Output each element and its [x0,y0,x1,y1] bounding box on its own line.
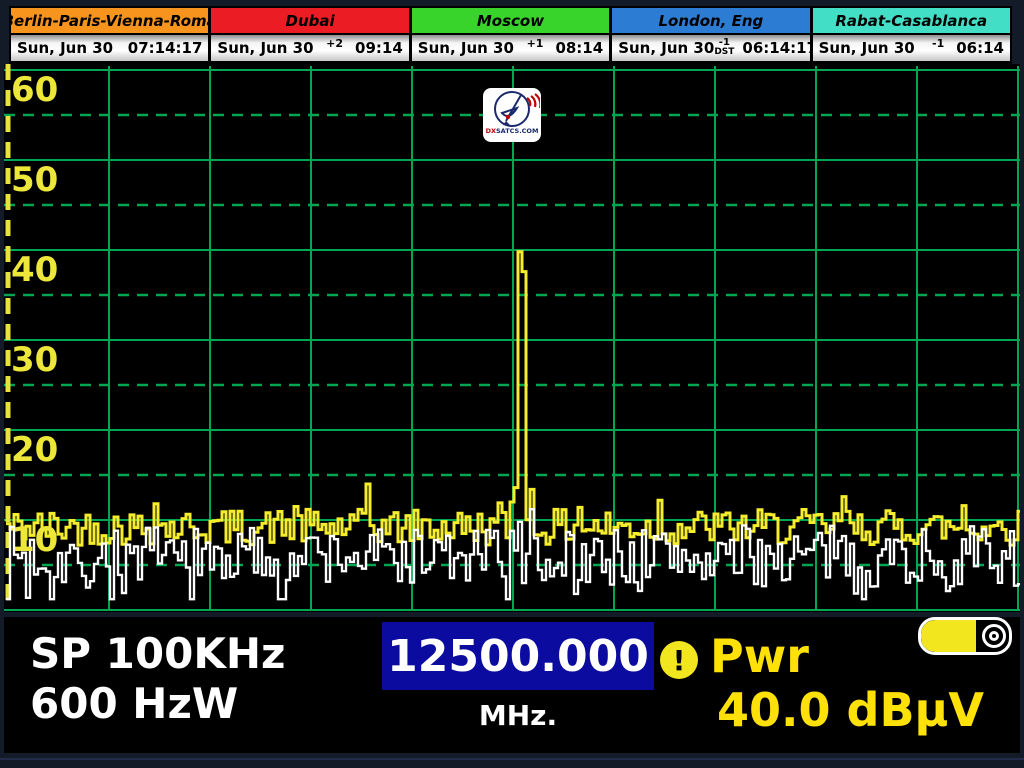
satellite-dish-icon [484,88,540,130]
power-label: Pwr [710,629,809,683]
alert-icon: ! [660,641,698,679]
clock-time: 08:14 [555,39,603,57]
svg-text:10: 10 [11,520,58,560]
clock-city-label: Berlin-Paris-Vienna-Roma [11,8,208,33]
clock-date: Sun, Jun 30 [819,39,915,57]
span-setting: SP 100KHz [30,629,285,679]
svg-text:20: 20 [11,430,58,470]
dxsatcs-logo: DXSATCS.COM [483,88,541,142]
logo-text-rest: SATCS.COM [496,127,538,135]
svg-text:30: 30 [11,340,58,380]
clock-dubai: Dubai Sun, Jun 30 +2 09:14 [211,8,408,62]
world-clock-bar: Berlin-Paris-Vienna-Roma Sun, Jun 30 07:… [9,6,1012,64]
svg-text:50: 50 [11,160,58,200]
clock-city-label: Dubai [211,8,408,33]
clock-dst-indicator: -1 DST [714,38,734,57]
clock-rabat: Rabat-Casablanca Sun, Jun 30 -1 06:14 [813,8,1010,62]
clock-time-row: Sun, Jun 30 -1 06:14 [813,35,1010,61]
clock-dst-label: DST [714,48,734,57]
logo-text: DXSATCS.COM [486,128,539,135]
clock-time-row: Sun, Jun 30 07:14:17 [11,35,208,61]
bandwidth-setting: 600 HzW [30,679,285,729]
meter-screen: Berlin-Paris-Vienna-Roma Sun, Jun 30 07:… [0,0,1024,768]
sweep-settings: SP 100KHz 600 HzW [30,629,285,730]
frequency-display[interactable]: 12500.000 [382,622,654,690]
logo-text-dx: DX [486,127,496,135]
power-value: 40.0 dBµV [717,683,984,737]
clock-date: Sun, Jun 30 [618,39,714,57]
clock-time: 06:14 [956,39,1004,57]
clock-time-row: Sun, Jun 30 +1 08:14 [412,35,609,61]
clock-time: 07:14:17 [128,39,203,57]
clock-moscow: Moscow Sun, Jun 30 +1 08:14 [412,8,609,62]
clock-city-label: London, Eng [612,8,809,33]
clock-utc-offset: +2 [326,37,343,50]
footer-readout-bar: SP 100KHz 600 HzW 12500.000 MHz. ! Pwr 4… [4,617,1020,753]
battery-icon [918,617,1012,655]
screen-bottom-edge [0,758,1024,760]
clock-time-row: Sun, Jun 30 +2 09:14 [211,35,408,61]
clock-city-label: Rabat-Casablanca [813,8,1010,33]
svg-text:40: 40 [11,250,58,290]
clock-utc-offset: +1 [527,37,544,50]
clock-time: 06:14:17 [742,39,817,57]
clock-date: Sun, Jun 30 [217,39,313,57]
svg-text:60: 60 [11,70,58,110]
clock-time: 09:14 [355,39,403,57]
battery-cap-icon [982,624,1006,648]
frequency-value: 12500.000 [387,631,649,682]
clock-date: Sun, Jun 30 [17,39,113,57]
clock-berlin: Berlin-Paris-Vienna-Roma Sun, Jun 30 07:… [11,8,208,62]
clock-date: Sun, Jun 30 [418,39,514,57]
frequency-unit-label: MHz. [382,699,654,732]
clock-city-label: Moscow [412,8,609,33]
clock-time-row: Sun, Jun 30 -1 DST 06:14:17 [612,35,809,61]
spectrum-plot: 60 50 40 30 20 10 [0,64,1024,617]
clock-utc-offset: -1 [932,37,944,50]
clock-london: London, Eng Sun, Jun 30 -1 DST 06:14:17 [612,8,809,62]
battery-fill-level [921,620,976,652]
